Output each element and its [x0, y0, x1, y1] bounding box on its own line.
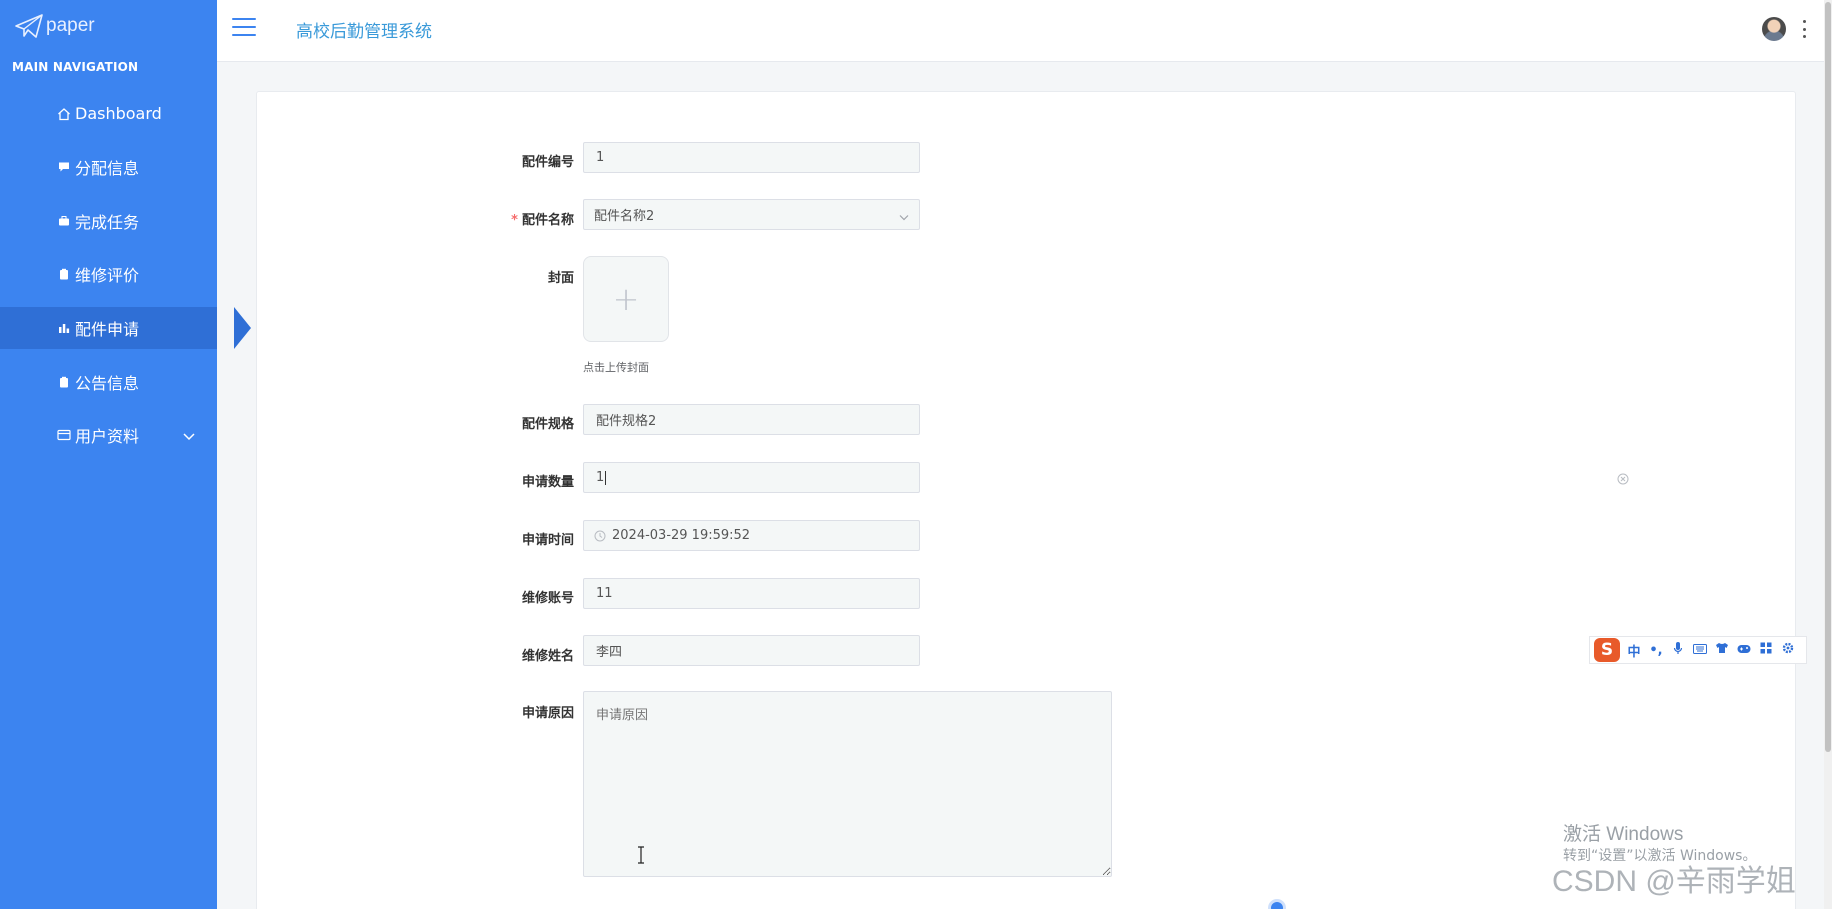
- reason-textarea[interactable]: [583, 691, 1112, 877]
- part-name-label: * 配件名称: [454, 209, 574, 228]
- sidebar: paper MAIN NAVIGATION Dashboard 分配信息 完成任…: [0, 0, 251, 909]
- repair-name-input[interactable]: 李四: [583, 635, 920, 666]
- chevron-down-icon: [899, 210, 909, 225]
- clock-icon: [594, 530, 606, 542]
- part-name-select[interactable]: 配件名称2: [583, 199, 920, 230]
- keyboard-icon[interactable]: [1692, 643, 1708, 658]
- text-cursor-icon: [636, 846, 646, 868]
- repair-name-label: 维修姓名: [521, 649, 574, 664]
- sogou-logo[interactable]: S: [1594, 638, 1620, 662]
- app-title: 高校后勤管理系统: [296, 22, 432, 42]
- plus-icon: +: [612, 280, 640, 318]
- repair-name-value: 李四: [596, 645, 623, 660]
- sidebar-item-label: 公告信息: [75, 373, 140, 393]
- repair-account-value: 11: [596, 586, 613, 601]
- user-avatar[interactable]: [1762, 17, 1786, 41]
- part-no-value: 1: [596, 150, 605, 165]
- menu-toggle-icon[interactable]: [232, 18, 256, 38]
- part-name-label-text: 配件名称: [521, 213, 574, 228]
- required-mark: *: [511, 213, 518, 228]
- bar-chart-icon: [57, 321, 71, 335]
- chevron-down-icon[interactable]: [183, 426, 195, 445]
- reason-label: 申请原因: [521, 706, 574, 721]
- ime-punctuation-toggle[interactable]: •,: [1648, 643, 1664, 658]
- apply-time-label: 申请时间: [521, 533, 574, 548]
- cover-upload-hint: 点击上传封面: [583, 361, 649, 374]
- briefcase-icon: [57, 214, 71, 228]
- quantity-value: 1: [596, 470, 605, 485]
- scrollbar-thumb[interactable]: [1825, 2, 1831, 752]
- clipboard-icon: [57, 267, 71, 281]
- repair-account-label: 维修账号: [521, 591, 574, 606]
- apply-time-value: 2024-03-29 19:59:52: [612, 528, 751, 543]
- sidebar-item-label: 维修评价: [75, 266, 140, 286]
- spec-label: 配件规格: [521, 417, 574, 432]
- cover-upload-button[interactable]: +: [583, 256, 669, 342]
- more-options-icon[interactable]: [1801, 20, 1807, 38]
- sidebar-item-repair-review[interactable]: 维修评价: [0, 248, 217, 302]
- top-header: 高校后勤管理系统: [217, 0, 1832, 62]
- card-icon: [57, 428, 71, 442]
- csdn-watermark: CSDN @辛雨学姐: [1552, 865, 1796, 898]
- nav-caption: MAIN NAVIGATION: [12, 60, 139, 74]
- sidebar-item-assignments[interactable]: 分配信息: [0, 141, 217, 195]
- part-no-label: 配件编号: [521, 155, 574, 170]
- microphone-icon[interactable]: [1670, 641, 1686, 659]
- sidebar-item-label: 分配信息: [75, 159, 140, 179]
- sidebar-item-label: 完成任务: [75, 212, 140, 232]
- quantity-label: 申请数量: [521, 475, 574, 490]
- sidebar-item-announcements[interactable]: 公告信息: [0, 355, 217, 409]
- home-icon: [57, 107, 71, 121]
- clipboard-icon: [57, 375, 71, 389]
- sidebar-item-label: Dashboard: [75, 104, 162, 124]
- main-nav: Dashboard 分配信息 完成任务 维修评价 配件申请 公告信息 用户资料: [0, 87, 251, 463]
- apply-time-picker[interactable]: 2024-03-29 19:59:52: [583, 520, 920, 551]
- windows-activation-title: 激活 Windows: [1563, 824, 1684, 845]
- spec-value: 配件规格2: [596, 414, 657, 429]
- logo[interactable]: paper: [14, 10, 95, 42]
- sidebar-item-user-profile[interactable]: 用户资料: [0, 409, 217, 463]
- clear-circle-icon[interactable]: [1617, 470, 1629, 489]
- logo-text: paper: [46, 15, 95, 36]
- sidebar-item-label: 用户资料: [75, 427, 140, 447]
- part-no-input[interactable]: 1: [583, 142, 920, 173]
- sidebar-item-label: 配件申请: [75, 320, 140, 339]
- sidebar-item-dashboard[interactable]: Dashboard: [0, 87, 217, 141]
- apps-grid-icon[interactable]: [1758, 642, 1774, 658]
- settings-gear-icon[interactable]: [1780, 642, 1796, 658]
- sidebar-item-parts-request[interactable]: 配件申请: [0, 307, 251, 349]
- text-caret: [605, 470, 607, 485]
- quantity-input[interactable]: 1: [583, 462, 920, 493]
- spec-input[interactable]: 配件规格2: [583, 404, 920, 435]
- sidebar-item-completed-tasks[interactable]: 完成任务: [0, 194, 217, 248]
- ime-toolbar: S 中 •,: [1589, 636, 1807, 664]
- repair-account-input[interactable]: 11: [583, 578, 920, 609]
- ime-mode-toggle[interactable]: 中: [1626, 641, 1642, 660]
- paper-plane-icon: [15, 14, 43, 38]
- part-name-value: 配件名称2: [594, 209, 655, 224]
- vertical-scrollbar[interactable]: [1824, 0, 1832, 909]
- skin-shirt-icon[interactable]: [1714, 642, 1730, 658]
- gamepad-icon[interactable]: [1736, 643, 1752, 658]
- app-root: paper MAIN NAVIGATION Dashboard 分配信息 完成任…: [0, 0, 1832, 909]
- cover-label: 封面: [547, 271, 574, 286]
- comment-icon: [57, 160, 71, 174]
